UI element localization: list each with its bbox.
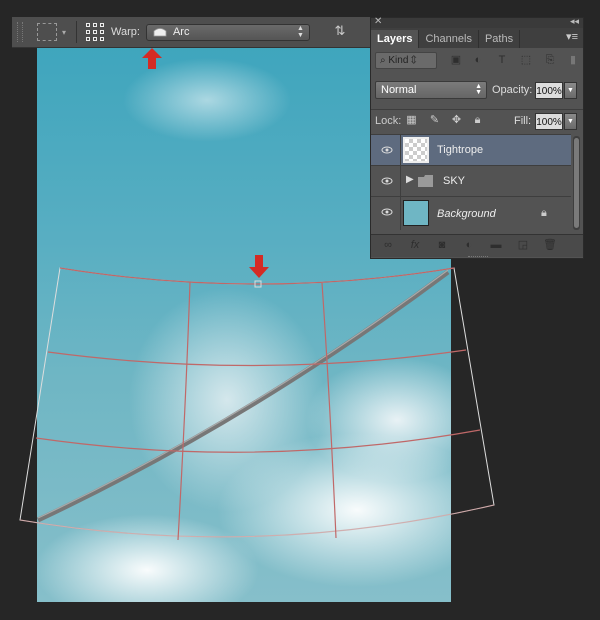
filter-shape-icon[interactable]: ⬚ <box>519 54 533 67</box>
layer-name: Background <box>437 208 496 220</box>
layer-name: SKY <box>443 175 466 187</box>
layer-row-sky-group[interactable]: ▶ SKY <box>371 165 571 196</box>
eye-icon[interactable] <box>381 144 393 156</box>
collapse-panel-icon[interactable]: ◂◂ <box>570 16 579 27</box>
lock-image-pixels-icon[interactable]: ✎ <box>428 114 441 127</box>
lock-all-icon[interactable]: 🔒︎ <box>471 114 484 127</box>
eye-icon[interactable] <box>381 206 393 218</box>
tightrope-line <box>36 269 450 523</box>
layer-filter-row: ⌕ Kind ⇕ ▣ ◐ T ⬚ ⎘ ▮ <box>371 50 583 72</box>
tab-paths[interactable]: Paths <box>479 30 521 48</box>
panel-tabs: Layers Channels Paths ▾≡ <box>371 28 583 48</box>
options-bar: ▾ Warp: Arc ▲ ▼ ⇅ <box>12 17 370 48</box>
panel-footer: ∞ fx ◙ ◐ ▬ ◲ 🗑︎ <box>371 234 583 257</box>
new-adjustment-layer-icon[interactable]: ◐ <box>462 239 476 252</box>
fill-label: Fill: <box>514 115 532 127</box>
add-mask-icon[interactable]: ◙ <box>435 239 449 252</box>
arc-warp-icon <box>153 28 167 37</box>
tab-channels[interactable]: Channels <box>419 30 479 48</box>
scrollbar-thumb[interactable] <box>574 138 579 228</box>
delete-layer-icon[interactable]: 🗑︎ <box>543 239 557 252</box>
filter-pixel-icon[interactable]: ▣ <box>449 54 463 67</box>
filter-kind-label: Kind <box>388 55 409 66</box>
fill-dropdown-icon[interactable]: ▼ <box>564 113 577 130</box>
layer-thumbnail <box>403 200 429 226</box>
layer-lock-icon: 🔒︎ <box>541 207 547 219</box>
new-group-icon[interactable]: ▬ <box>489 239 503 252</box>
warp-orientation-icon[interactable]: ⇅ <box>330 23 350 41</box>
filter-type-icon[interactable]: T <box>495 54 509 67</box>
link-layers-icon[interactable]: ∞ <box>381 239 395 252</box>
transform-tool-icon[interactable] <box>37 23 57 41</box>
layer-style-icon[interactable]: fx <box>408 239 422 252</box>
options-bar-grip[interactable] <box>17 22 23 42</box>
filter-smart-object-icon[interactable]: ⎘ <box>543 54 557 67</box>
layer-name: Tightrope <box>437 144 484 156</box>
warp-style-value: Arc <box>172 26 190 38</box>
tab-layers[interactable]: Layers <box>371 30 420 48</box>
blend-mode-select[interactable]: Normal ▲ ▼ <box>375 81 487 99</box>
layer-filter-kind[interactable]: ⌕ Kind ⇕ <box>375 52 437 69</box>
opacity-dropdown-icon[interactable]: ▼ <box>564 82 577 99</box>
opacity-field[interactable]: 100% <box>535 82 563 99</box>
blend-row: Normal ▲ ▼ Opacity: 100% ▼ <box>371 80 583 102</box>
layer-row-background[interactable]: Background 🔒︎ <box>371 196 571 230</box>
expand-group-icon[interactable]: ▶ <box>406 174 414 185</box>
options-separator <box>76 21 78 43</box>
visibility-cell[interactable] <box>371 135 401 165</box>
fill-field[interactable]: 100% <box>535 113 563 130</box>
warp-style-select[interactable]: Arc ▲ ▼ <box>145 23 310 41</box>
layers-list: Tightrope ▶ SKY Background 🔒︎ <box>371 134 571 232</box>
panel-resize-grip[interactable] <box>468 256 488 260</box>
layers-scrollbar[interactable] <box>573 136 580 230</box>
new-layer-icon[interactable]: ◲ <box>516 239 530 252</box>
layers-panel: ✕ ◂◂ Layers Channels Paths ▾≡ ⌕ Kind ⇕ ▣… <box>370 16 584 260</box>
blend-mode-value: Normal <box>381 84 417 96</box>
warp-label: Warp: <box>111 26 140 38</box>
annotation-arrow-down <box>249 255 269 278</box>
lock-row: Lock: ▦ ✎ ✥ 🔒︎ Fill: 100% ▼ <box>371 109 583 132</box>
lock-label: Lock: <box>375 115 402 127</box>
lock-transparency-icon[interactable]: ▦ <box>405 114 418 127</box>
eye-icon[interactable] <box>381 175 393 187</box>
select-updown-icon: ▲ ▼ <box>297 24 304 39</box>
visibility-cell[interactable] <box>371 166 401 196</box>
close-panel-icon[interactable]: ✕ <box>374 16 382 27</box>
panel-title-bar[interactable]: ✕ ◂◂ <box>371 16 583 28</box>
filter-adjustment-icon[interactable]: ◐ <box>471 54 485 67</box>
select-updown-icon: ▲ ▼ <box>475 83 482 96</box>
warp-grid-icon[interactable] <box>85 22 105 42</box>
lock-position-icon[interactable]: ✥ <box>450 114 463 127</box>
filter-toggle-icon[interactable]: ▮ <box>566 54 580 67</box>
layer-row-tightrope[interactable]: Tightrope <box>371 134 571 165</box>
folder-icon <box>418 175 433 187</box>
visibility-cell[interactable] <box>371 197 401 230</box>
panel-menu-icon[interactable]: ▾≡ <box>566 30 578 43</box>
tool-preset-caret-icon[interactable]: ▾ <box>62 28 66 37</box>
annotation-arrow-up <box>142 48 162 69</box>
layer-thumbnail <box>403 137 429 163</box>
opacity-label: Opacity: <box>492 84 533 96</box>
